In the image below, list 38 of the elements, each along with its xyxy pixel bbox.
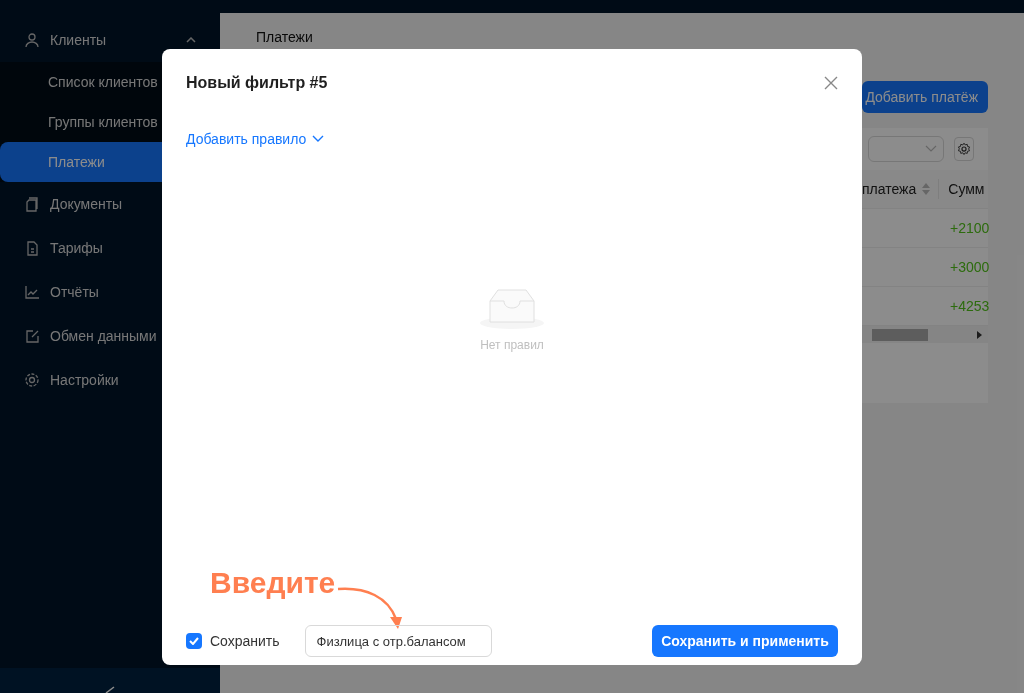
document-icon — [24, 240, 40, 256]
filter-name-field[interactable]: Физлица с отр.балансом — [304, 625, 492, 657]
column-header: Сумм — [948, 180, 985, 199]
save-apply-button[interactable]: Сохранить и применить — [652, 625, 838, 657]
amount-cell-text: +2100 — [950, 219, 990, 238]
breadcrumb[interactable]: Платежи — [256, 27, 313, 47]
amount-cell-text: +3000 — [950, 258, 990, 277]
export-icon — [24, 328, 40, 344]
settings-icon — [957, 142, 971, 156]
save-label: Сохранить — [210, 632, 280, 651]
annotation-label: Введите — [210, 565, 336, 601]
save-checkbox[interactable] — [186, 633, 202, 649]
chevron-down-icon — [312, 135, 325, 143]
chart-icon — [24, 284, 40, 300]
close-icon[interactable] — [824, 76, 838, 90]
settings-button[interactable] — [954, 137, 974, 161]
menu-item[interactable]: Документы — [0, 182, 220, 226]
scroll-right-icon[interactable] — [977, 330, 982, 339]
user-icon — [24, 32, 40, 48]
empty-text: Нет правил — [480, 336, 544, 353]
dialog-title: Новый фильтр #5 — [186, 73, 328, 93]
annotation-arrow — [336, 585, 404, 631]
settings-icon — [24, 372, 40, 388]
documents-icon — [24, 196, 40, 212]
menu-item[interactable]: Настройки — [0, 358, 220, 402]
check-icon — [189, 637, 199, 645]
scrollbar-thumb[interactable] — [872, 328, 928, 341]
add-payment-button[interactable]: Добавить платёж — [862, 81, 988, 113]
menu-item[interactable]: Обмен данными — [0, 314, 220, 358]
column-header: платежа — [862, 180, 917, 199]
amount-cell-text: +4253 — [950, 297, 990, 316]
select-field[interactable] — [868, 136, 944, 162]
menu-item[interactable]: Тарифы — [0, 226, 220, 270]
empty-inbox-icon — [480, 287, 544, 329]
chevron-down-icon — [925, 145, 937, 153]
collapse-icon — [104, 683, 116, 693]
menu-item[interactable]: Клиенты — [0, 18, 220, 62]
menu-item[interactable]: Отчёты — [0, 270, 220, 314]
